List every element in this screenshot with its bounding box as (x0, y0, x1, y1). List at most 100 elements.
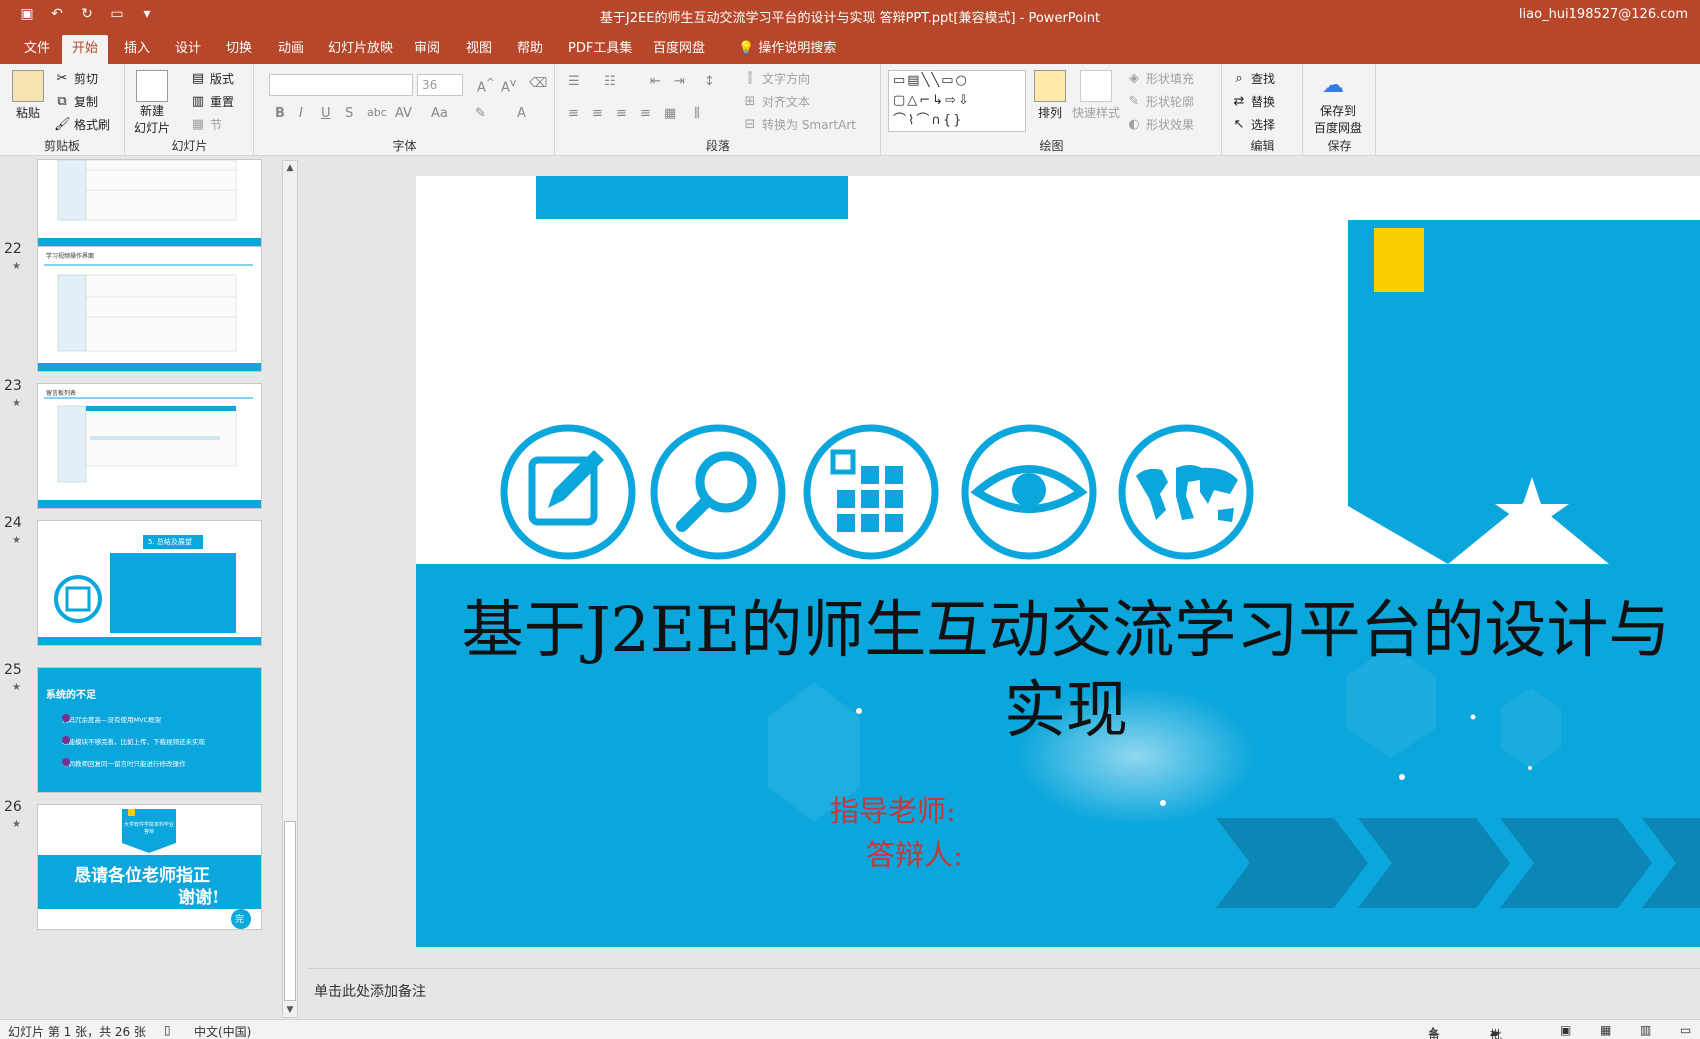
scroll-down-icon[interactable]: ▼ (283, 1003, 297, 1017)
cursor-icon: ↖ (1233, 116, 1245, 132)
increase-indent-icon[interactable]: ⇥ (674, 74, 685, 89)
align-center-icon[interactable]: ≡ (592, 106, 603, 121)
format-painter-button[interactable]: 🖌 格式刷 (54, 116, 110, 133)
shape-fill-button[interactable]: ◈ 形状填充 (1126, 70, 1194, 87)
decrease-indent-icon[interactable]: ⇤ (650, 74, 661, 89)
layout-button[interactable]: ▤ 版式 (190, 70, 234, 87)
presenter-label[interactable]: 答辩人: (866, 832, 963, 874)
reset-button[interactable]: ▥ 重置 (190, 93, 234, 110)
italic-icon[interactable]: I (299, 106, 303, 121)
grow-font-icon[interactable]: A^ (477, 76, 495, 95)
scissors-icon: ✂ (56, 70, 68, 86)
line-spacing-icon[interactable]: ↕ (704, 74, 715, 89)
cloud-icon: ☁ (1322, 73, 1344, 98)
copy-icon: ⧉ (57, 93, 67, 109)
slide-22-graphic (38, 257, 261, 371)
globe-icon (1118, 424, 1254, 560)
tab-home[interactable]: 开始 (62, 35, 109, 64)
slide-counter: 幻灯片 第 1 张，共 26 张 (8, 1025, 146, 1039)
reading-view-icon[interactable]: ▥ (1640, 1023, 1651, 1037)
slide-thumbnail-21[interactable] (37, 159, 262, 247)
shape-outline-button[interactable]: ✎ 形状轮廓 (1126, 93, 1194, 110)
tab-file[interactable]: 文件 (14, 35, 60, 64)
slideshow-icon[interactable]: ▭ (1680, 1023, 1691, 1037)
font-color-icon[interactable]: A (517, 106, 526, 121)
change-case-icon[interactable]: Aa (431, 106, 448, 121)
notes-pane[interactable]: 单击此处添加备注 (308, 968, 1700, 1019)
window-title: 基于J2EE的师生互动交流学习平台的设计与实现 答辩PPT.ppt[兼容模式] … (599, 11, 1101, 26)
columns-icon[interactable]: ⫼ (694, 106, 700, 121)
animation-star-icon: ★ (12, 682, 21, 693)
section-button[interactable]: ▦ 节 (190, 116, 222, 133)
tab-slideshow[interactable]: 幻灯片放映 (318, 35, 403, 64)
shapes-gallery[interactable]: ▭▤╲╲▭○ ▢△⌐↳⇨⇩ ⌒⌇⌒∩{} (888, 70, 1026, 132)
numbering-icon[interactable]: ☷ (604, 74, 616, 89)
language-indicator[interactable]: 中文(中国) (194, 1023, 251, 1039)
text-direction-button[interactable]: ⫿ 文字方向 (742, 70, 810, 87)
save-to-netdisk-button[interactable]: ☁ 保存到 百度网盘 (1314, 70, 1362, 136)
tab-review[interactable]: 审阅 (404, 35, 450, 64)
clear-format-icon[interactable]: ⌫ (529, 76, 547, 91)
slides-group-label: 幻灯片 (171, 139, 208, 153)
shadow-icon[interactable]: S (345, 106, 353, 121)
slide-23-graphic (38, 397, 261, 508)
slide-thumbnail-24[interactable]: 5. 总结及展望 (37, 520, 262, 646)
slide-thumbnail-26[interactable]: 大学软件学院本科毕业答辩 恳请各位老师指正 谢谢! 完 (37, 804, 262, 930)
bold-icon[interactable]: B (275, 106, 285, 121)
tab-help[interactable]: 帮助 (507, 35, 553, 64)
brush-icon: 🖌 (54, 116, 71, 132)
cut-button[interactable]: ✂ 剪切 (54, 70, 98, 87)
new-slide-button[interactable]: 新建 幻灯片 (134, 70, 170, 136)
tell-me-search[interactable]: 💡 操作说明搜索 (728, 35, 846, 64)
highlight-icon[interactable]: ✎ (475, 106, 486, 121)
char-spacing-icon[interactable]: AV (395, 106, 412, 121)
paste-icon (12, 70, 44, 102)
slide-title[interactable]: 基于J2EE的师生互动交流学习平台的设计与实现 (456, 590, 1676, 750)
strikethrough-icon[interactable]: abc (367, 106, 387, 119)
smartart-icon: ⊟ (744, 116, 756, 132)
font-family-combo[interactable] (269, 74, 413, 96)
slide-thumbnail-pane: 22 ★ 学习视频操作界面 23 ★ 留言板列表 24 ★ 5. 总结及展望 2… (0, 157, 280, 1019)
normal-view-icon[interactable]: ▣ (1560, 1023, 1571, 1037)
font-size-combo[interactable]: 36 (417, 74, 463, 96)
bullets-icon[interactable]: ☰ (568, 74, 580, 89)
align-right-icon[interactable]: ≡ (616, 106, 627, 121)
slide-thumbnail-22[interactable]: 学习视频操作界面 (37, 246, 262, 372)
quick-styles-button[interactable]: 快速样式 (1072, 70, 1120, 121)
slide-sorter-icon[interactable]: ▦ (1600, 1023, 1611, 1037)
tab-view[interactable]: 视图 (456, 35, 502, 64)
tab-transitions[interactable]: 切换 (216, 35, 262, 64)
distributed-icon[interactable]: ▦ (664, 106, 676, 121)
scroll-up-icon[interactable]: ▲ (283, 161, 297, 175)
user-account[interactable]: liao_hui198527@126.com (1519, 7, 1688, 22)
arrange-button[interactable]: 排列 (1034, 70, 1066, 121)
copy-button[interactable]: ⧉ 复制 (54, 93, 98, 110)
tab-insert[interactable]: 插入 (114, 35, 160, 64)
slide-canvas[interactable]: 基于J2EE的师生互动交流学习平台的设计与实现 指导老师: 答辩人: (416, 176, 1700, 947)
drawing-group-label: 绘图 (1039, 139, 1064, 153)
paste-button[interactable]: 粘贴 (12, 70, 44, 121)
drawing-group: ▭▤╲╲▭○ ▢△⌐↳⇨⇩ ⌒⌇⌒∩{} 排列 快速样式 ◈ 形状填充 ✎ 形状轮廓 ◐… (882, 64, 1222, 156)
justify-icon[interactable]: ≡ (640, 106, 651, 121)
align-text-button[interactable]: ⊞ 对齐文本 (742, 93, 810, 110)
scrollbar-thumb[interactable] (284, 821, 296, 1001)
notes-placeholder[interactable]: 单击此处添加备注 (314, 981, 426, 1001)
advisor-label[interactable]: 指导老师: (830, 788, 956, 830)
underline-icon[interactable]: U (321, 106, 331, 121)
shape-effects-button[interactable]: ◐ 形状效果 (1126, 116, 1194, 133)
shrink-font-icon[interactable]: Av (501, 76, 516, 95)
animation-star-icon: ★ (12, 398, 21, 409)
tab-animations[interactable]: 动画 (268, 35, 314, 64)
select-button[interactable]: ↖ 选择 (1231, 116, 1275, 133)
find-button[interactable]: ⌕ 查找 (1231, 70, 1275, 87)
smartart-button[interactable]: ⊟ 转换为 SmartArt (742, 116, 856, 133)
slide-thumbnail-23[interactable]: 留言板列表 (37, 383, 262, 509)
tab-design[interactable]: 设计 (165, 35, 211, 64)
spellcheck-icon[interactable]: ▯ (164, 1023, 171, 1037)
align-left-icon[interactable]: ≡ (568, 106, 579, 121)
slide-thumbnail-25[interactable]: 系统的不足 代码冗余度高—没有使用MVC框架 功能模块不够完善，比如上传、下载视… (37, 667, 262, 793)
thumbnail-scrollbar[interactable]: ▲ ▼ (282, 160, 298, 1018)
tab-baidu-netdisk[interactable]: 百度网盘 (643, 35, 715, 64)
replace-button[interactable]: ⇄ 替换 (1231, 93, 1275, 110)
tab-pdf-tools[interactable]: PDF工具集 (558, 35, 642, 64)
